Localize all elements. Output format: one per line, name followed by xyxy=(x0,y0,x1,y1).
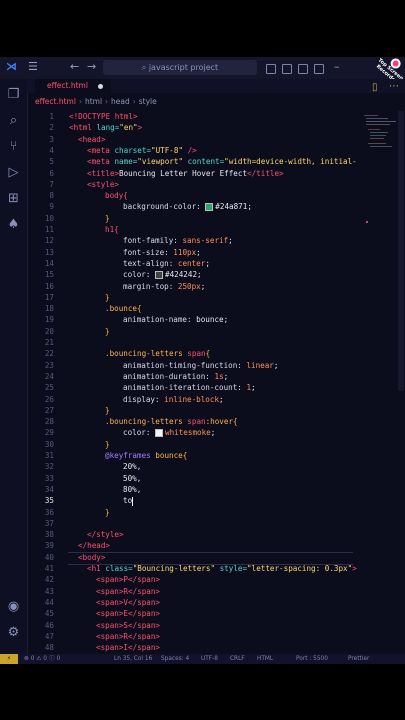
line-number: 21 xyxy=(44,338,54,347)
language-mode[interactable]: HTML xyxy=(257,654,273,664)
code-line-40: <body> xyxy=(78,552,106,562)
tab-effect-html[interactable]: effect.html xyxy=(35,79,111,93)
search-label: javascript project xyxy=(148,63,219,72)
code-line-1: <!DOCTYPE html> xyxy=(69,112,138,121)
code-editor[interactable]: 1 2 3 4 5 6 7 8 9 10 11 12 13 14 15 16 17 18 19 20 21 22 23 24 2… xyxy=(27,111,357,653)
code-line-47: <span>R</span> xyxy=(96,631,161,641)
code-line-10: } xyxy=(105,213,110,223)
code-line-14: text-align: center; xyxy=(123,258,210,268)
extensions-icon[interactable]: ⊞ xyxy=(6,191,21,206)
code-line-19: animation-name: bounce; xyxy=(123,315,229,325)
layout-icon[interactable] xyxy=(266,64,276,74)
activity-bar: ❐ ⌕ ⑂ ▷ ⊞ ♠ ◉ ⚙ xyxy=(0,79,28,654)
status-bar: ⚡ ⊗ 0 ⚠ 0 ⓘ 0 Ln 35, Col 16 Spaces: 4 UT… xyxy=(0,654,405,664)
errors-icon[interactable]: ⊗ 0 ⚠ 0 ⓘ 0 xyxy=(24,654,60,664)
code-line-46: <span>S</span> xyxy=(96,620,161,630)
back-arrow-icon[interactable]: ← xyxy=(70,60,79,73)
code-line-42: <span>P</span> xyxy=(96,575,161,585)
code-line-31: @keyframes bounce{ xyxy=(105,451,188,460)
code-line-24: animation-duration: 1s; xyxy=(123,371,229,381)
code-line-39: </head> xyxy=(78,541,111,551)
vscode-window: ⋊ ☰ ← → ⌕ javascript project – Top Scree… xyxy=(0,57,405,664)
text-cursor xyxy=(132,496,134,506)
code-line-26: display: inline-block; xyxy=(123,394,224,404)
cursor-position[interactable]: Ln 35, Col 16 xyxy=(114,654,152,664)
breadcrumb-html[interactable]: html xyxy=(85,97,102,106)
menu-icon[interactable]: ☰ xyxy=(28,60,38,73)
code-line-34: 80%, xyxy=(123,484,142,494)
settings-gear-icon[interactable]: ⚙ xyxy=(6,625,21,640)
search-view-icon[interactable]: ⌕ xyxy=(6,113,21,128)
unsaved-dot-icon[interactable] xyxy=(97,83,103,89)
explorer-icon[interactable]: ❐ xyxy=(6,87,21,102)
code-line-22: .bouncing-letters span{ xyxy=(105,349,211,359)
code-line-38: </style> xyxy=(87,530,124,540)
code-line-28: .bouncing-letters span:hover{ xyxy=(105,417,238,427)
code-line-36: } xyxy=(105,507,110,517)
breadcrumb-file[interactable]: effect.html xyxy=(35,97,76,106)
code-line-45: <span>E</span> xyxy=(96,609,161,619)
remote-indicator-icon[interactable]: ⚡ xyxy=(0,654,18,664)
breadcrumb-style[interactable]: style xyxy=(139,97,157,106)
code-line-23: animation-timing-function: linear; xyxy=(123,360,279,370)
color-swatch-icon[interactable] xyxy=(155,429,164,438)
encoding[interactable]: UTF-8 xyxy=(201,654,218,664)
source-control-icon[interactable]: ⑂ xyxy=(6,139,21,154)
code-line-18: .bounce{ xyxy=(105,304,142,314)
vscode-logo-icon: ⋊ xyxy=(6,60,17,73)
code-line-6: <title>Bouncing Letter Hover Effect</tit… xyxy=(87,168,284,178)
run-debug-icon[interactable]: ▷ xyxy=(6,165,21,180)
code-line-48: <span>I</span> xyxy=(96,643,161,653)
toggle-panel-icon[interactable] xyxy=(298,64,308,74)
live-server-port[interactable]: Port : 5500 xyxy=(296,654,328,664)
code-line-15: color: #424242; xyxy=(123,270,202,280)
code-line-33: 50%, xyxy=(123,473,142,483)
color-swatch-icon[interactable] xyxy=(155,271,164,280)
code-line-2: <html lang="en"> xyxy=(69,123,143,133)
code-line-35: to xyxy=(123,496,134,506)
code-line-11: h1{ xyxy=(105,225,119,234)
indentation[interactable]: Spaces: 4 xyxy=(161,654,189,664)
forward-arrow-icon[interactable]: → xyxy=(87,60,96,73)
minimap[interactable] xyxy=(362,111,398,311)
editor-tab-bar: effect.html xyxy=(27,79,405,93)
code-line-12: font-family: sans-serif; xyxy=(123,236,233,246)
title-bar: ⋊ ☰ ← → ⌕ javascript project – Top Scree… xyxy=(0,57,405,85)
code-line-3: <head> xyxy=(78,134,106,144)
search-icon: ⌕ xyxy=(141,63,149,72)
split-editor-icon[interactable]: ▯ xyxy=(372,82,378,93)
more-actions-icon[interactable]: ⋯ xyxy=(389,81,399,92)
code-line-7: <style> xyxy=(87,179,120,189)
code-line-29: color: whitesmoke; xyxy=(123,428,216,438)
code-line-4: <meta charset="UTF-8" /> xyxy=(87,145,197,155)
code-line-41: <h1 class="Bouncing-letters" style="lett… xyxy=(87,564,357,573)
line-number: 37 xyxy=(44,518,54,528)
account-icon[interactable]: ◉ xyxy=(6,599,21,614)
command-center-search[interactable]: ⌕ javascript project xyxy=(103,60,257,75)
code-line-32: 20%, xyxy=(123,462,142,472)
code-line-27: } xyxy=(105,405,110,415)
code-line-8: body{ xyxy=(105,191,128,201)
color-swatch-icon[interactable] xyxy=(205,203,214,212)
toggle-sidebar-icon[interactable] xyxy=(282,64,292,74)
code-line-9: background-color: #24a871; xyxy=(123,202,252,212)
code-line-43: <span>R</span> xyxy=(96,586,161,596)
line-ending[interactable]: CRLF xyxy=(230,654,245,664)
code-line-17: } xyxy=(105,292,110,302)
breadcrumb: effect.html › html › head › style xyxy=(35,97,157,106)
prettier-status[interactable]: Prettier xyxy=(348,654,369,664)
code-line-30: } xyxy=(105,439,110,449)
minimize-icon[interactable]: – xyxy=(334,60,340,73)
code-line-5: <meta name="viewport" content="width=dev… xyxy=(87,157,357,167)
breadcrumb-head[interactable]: head xyxy=(111,97,130,106)
customize-layout-icon[interactable] xyxy=(314,64,324,74)
code-line-20: } xyxy=(105,326,110,336)
mongodb-leaf-icon[interactable]: ♠ xyxy=(6,217,21,232)
code-line-25: animation-iteration-count: 1; xyxy=(123,383,256,393)
editor-scrollbar[interactable] xyxy=(398,111,404,391)
code-line-44: <span>V</span> xyxy=(96,597,161,607)
code-line-13: font-size: 110px; xyxy=(123,247,201,257)
code-line-16: margin-top: 250px; xyxy=(123,281,206,291)
tab-label: effect.html xyxy=(47,81,88,90)
